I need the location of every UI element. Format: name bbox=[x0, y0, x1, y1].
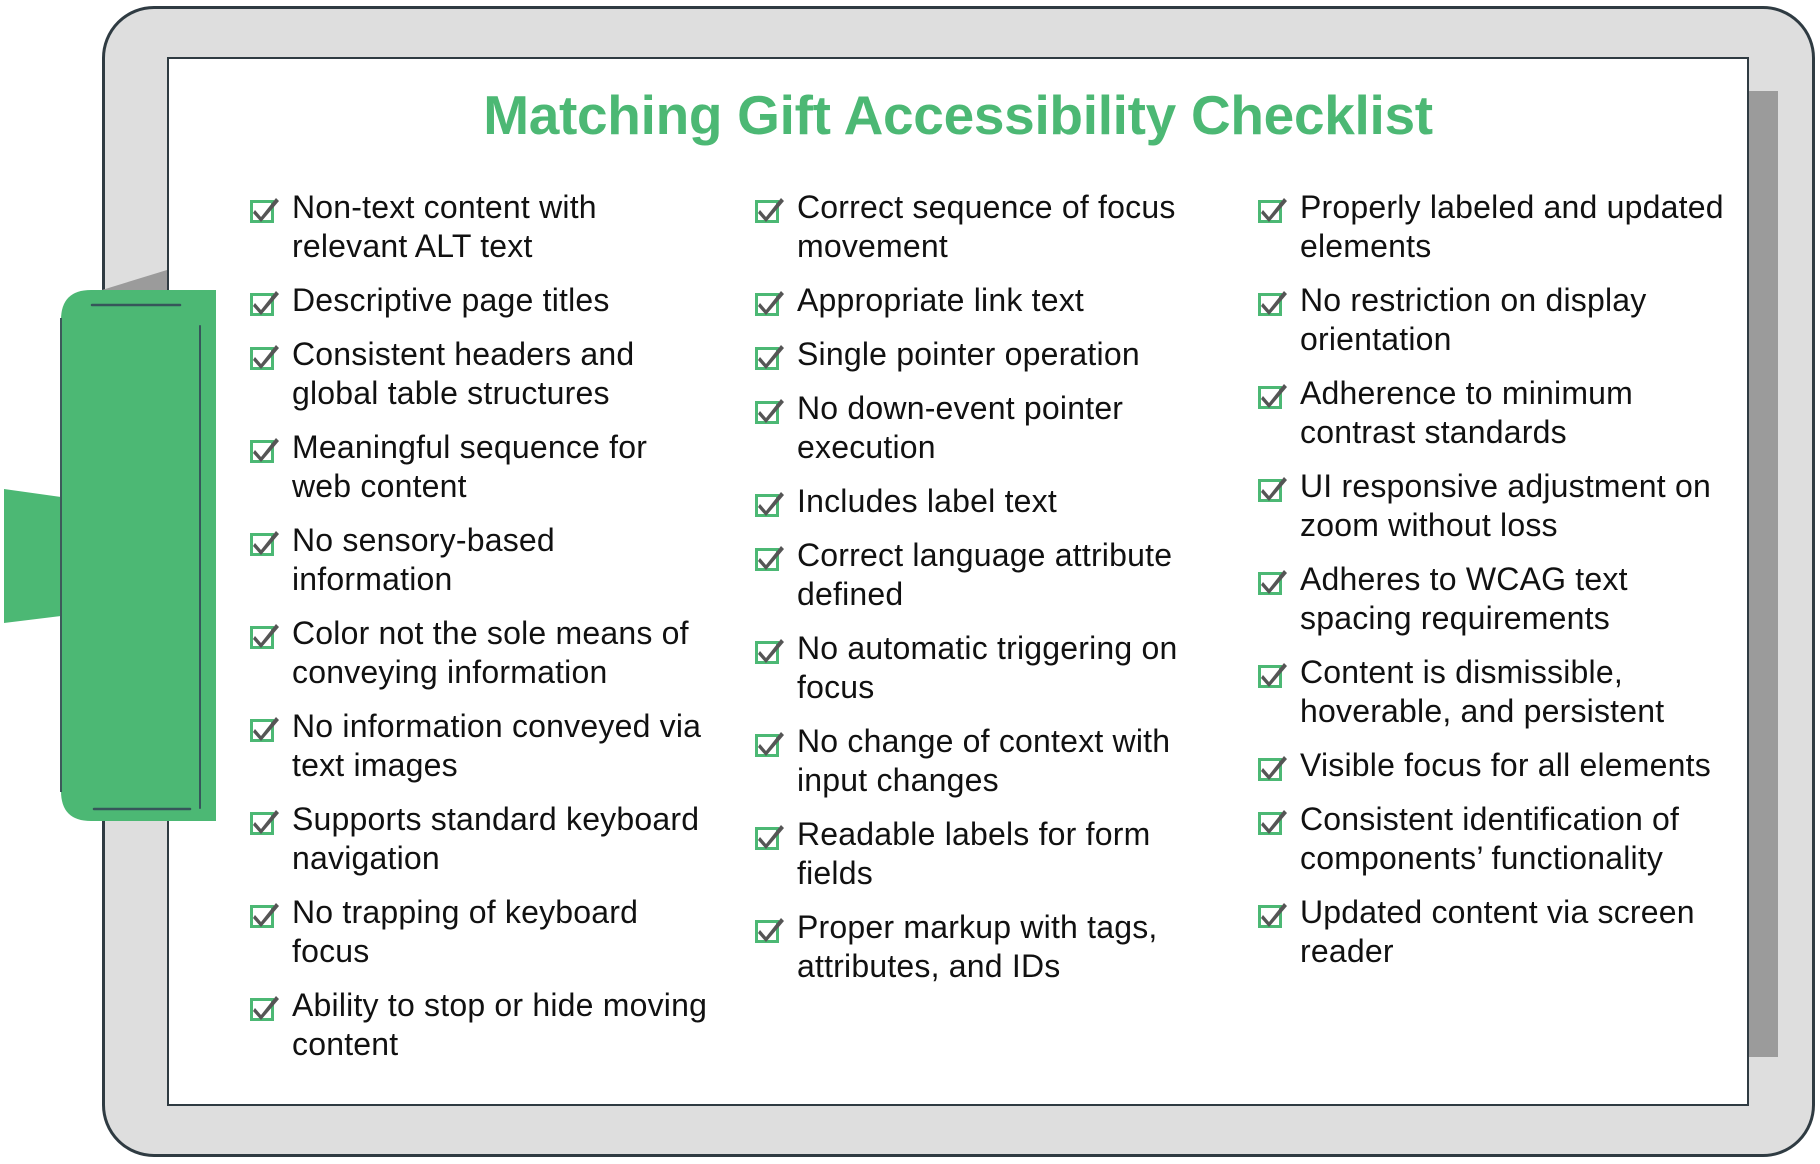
checkbox-checked-icon bbox=[1258, 477, 1287, 502]
checkbox-checked-icon bbox=[1258, 663, 1287, 688]
checklist-item: Adheres to WCAG text spacing requirement… bbox=[1258, 560, 1728, 638]
checklist-item-label: Meaningful sequence for web content bbox=[292, 429, 648, 504]
checkbox-checked-icon bbox=[1258, 756, 1287, 781]
checkbox-checked-icon bbox=[755, 918, 784, 943]
checkbox-checked-icon bbox=[1258, 570, 1287, 595]
checkbox-checked-icon bbox=[250, 717, 279, 742]
checklist-item-label: Adherence to minimum contrast standards bbox=[1300, 375, 1634, 450]
checkbox-checked-icon bbox=[1258, 810, 1287, 835]
checklist-column-3: Properly labeled and updated elements No… bbox=[1258, 188, 1728, 986]
checkbox-checked-icon bbox=[250, 291, 279, 316]
checklist-item-label: No trapping of keyboard focus bbox=[292, 894, 639, 969]
checklist-item-label: UI responsive adjustment on zoom without… bbox=[1300, 468, 1711, 543]
checkbox-checked-icon bbox=[755, 546, 784, 571]
checklist-item-label: No sensory-based information bbox=[292, 522, 555, 597]
checklist-item: No sensory-based information bbox=[250, 521, 710, 599]
checkbox-checked-icon bbox=[250, 810, 279, 835]
checklist-item: Ability to stop or hide moving content bbox=[250, 986, 710, 1064]
checklist-item: No information conveyed via text images bbox=[250, 707, 710, 785]
checklist-item-label: Correct language attribute defined bbox=[797, 537, 1173, 612]
checkbox-checked-icon bbox=[250, 531, 279, 556]
checklist-item: UI responsive adjustment on zoom without… bbox=[1258, 467, 1728, 545]
checklist-item-label: Non-text content with relevant ALT text bbox=[292, 189, 597, 264]
checklist-item-label: Color not the sole means of conveying in… bbox=[292, 615, 689, 690]
checkbox-checked-icon bbox=[250, 903, 279, 928]
clip-wedge bbox=[4, 489, 61, 623]
checklist-item: Readable labels for form fields bbox=[755, 815, 1215, 893]
checkbox-checked-icon bbox=[755, 492, 784, 517]
checklist-item: Proper markup with tags, attributes, and… bbox=[755, 908, 1215, 986]
checkbox-checked-icon bbox=[250, 624, 279, 649]
checkbox-checked-icon bbox=[250, 438, 279, 463]
checklist-item-label: Appropriate link text bbox=[797, 282, 1085, 318]
checklist-item-label: Adheres to WCAG text spacing requirement… bbox=[1300, 561, 1628, 636]
checklist-item: Visible focus for all elements bbox=[1258, 746, 1728, 785]
checklist-item-label: Supports standard keyboard navigation bbox=[292, 801, 700, 876]
checklist-item-label: Correct sequence of focus movement bbox=[797, 189, 1176, 264]
checklist-item: Color not the sole means of conveying in… bbox=[250, 614, 710, 692]
checklist-item: Includes label text bbox=[755, 482, 1215, 521]
checklist-item-label: Properly labeled and updated elements bbox=[1300, 189, 1724, 264]
checklist-item: Consistent identification of components’… bbox=[1258, 800, 1728, 878]
checklist-item-label: Proper markup with tags, attributes, and… bbox=[797, 909, 1158, 984]
checklist-item: Content is dismissible, hoverable, and p… bbox=[1258, 653, 1728, 731]
checklist-item: Single pointer operation bbox=[755, 335, 1215, 374]
screen-shadow bbox=[1748, 91, 1778, 1057]
checklist-item: Correct sequence of focus movement bbox=[755, 188, 1215, 266]
checklist-item-label: Consistent identification of components’… bbox=[1300, 801, 1680, 876]
checklist-item-label: No change of context with input changes bbox=[797, 723, 1171, 798]
checklist-item-label: Includes label text bbox=[797, 483, 1057, 519]
checklist-item: Properly labeled and updated elements bbox=[1258, 188, 1728, 266]
checklist-item-label: Single pointer operation bbox=[797, 336, 1140, 372]
checklist-item-label: Content is dismissible, hoverable, and p… bbox=[1300, 654, 1665, 729]
checklist-item: No change of context with input changes bbox=[755, 722, 1215, 800]
checklist-item-label: Consistent headers and global table stru… bbox=[292, 336, 635, 411]
checklist-item-label: Visible focus for all elements bbox=[1300, 747, 1711, 783]
checkbox-checked-icon bbox=[1258, 384, 1287, 409]
checkbox-checked-icon bbox=[1258, 291, 1287, 316]
checkbox-checked-icon bbox=[755, 825, 784, 850]
checklist-item: No restriction on display orientation bbox=[1258, 281, 1728, 359]
checklist-item: Adherence to minimum contrast standards bbox=[1258, 374, 1728, 452]
checklist-item: Appropriate link text bbox=[755, 281, 1215, 320]
checkbox-checked-icon bbox=[1258, 903, 1287, 928]
page-title: Matching Gift Accessibility Checklist bbox=[483, 84, 1433, 146]
checklist-item: Descriptive page titles bbox=[250, 281, 710, 320]
checklist-item-label: No information conveyed via text images bbox=[292, 708, 702, 783]
checkbox-checked-icon bbox=[250, 345, 279, 370]
checklist-column-2: Correct sequence of focus movement Appro… bbox=[755, 188, 1215, 1001]
checklist-item: Correct language attribute defined bbox=[755, 536, 1215, 614]
clip-body bbox=[61, 290, 216, 821]
checklist-item-label: Readable labels for form fields bbox=[797, 816, 1151, 891]
checklist-item: No down-event pointer execution bbox=[755, 389, 1215, 467]
checklist-item: No automatic triggering on focus bbox=[755, 629, 1215, 707]
checklist-item: No trapping of keyboard focus bbox=[250, 893, 710, 971]
checkbox-checked-icon bbox=[755, 732, 784, 757]
checkbox-checked-icon bbox=[1258, 198, 1287, 223]
checklist-item-label: Ability to stop or hide moving content bbox=[292, 987, 708, 1062]
checklist-item-label: No down-event pointer execution bbox=[797, 390, 1124, 465]
checklist-item-label: No restriction on display orientation bbox=[1300, 282, 1647, 357]
checkbox-checked-icon bbox=[755, 399, 784, 424]
checklist-item-label: Updated content via screen reader bbox=[1300, 894, 1695, 969]
checklist-item: Updated content via screen reader bbox=[1258, 893, 1728, 971]
checklist-item: Supports standard keyboard navigation bbox=[250, 800, 710, 878]
checkbox-checked-icon bbox=[755, 345, 784, 370]
checkbox-checked-icon bbox=[755, 291, 784, 316]
checkbox-checked-icon bbox=[755, 639, 784, 664]
checklist-item: Consistent headers and global table stru… bbox=[250, 335, 710, 413]
checkbox-checked-icon bbox=[250, 198, 279, 223]
checkbox-checked-icon bbox=[250, 996, 279, 1021]
checklist-item-label: Descriptive page titles bbox=[292, 282, 610, 318]
checklist-item: Non-text content with relevant ALT text bbox=[250, 188, 710, 266]
checkbox-checked-icon bbox=[755, 198, 784, 223]
checklist-column-1: Non-text content with relevant ALT text … bbox=[250, 188, 710, 1079]
checklist-item-label: No automatic triggering on focus bbox=[797, 630, 1178, 705]
checklist-item: Meaningful sequence for web content bbox=[250, 428, 710, 506]
